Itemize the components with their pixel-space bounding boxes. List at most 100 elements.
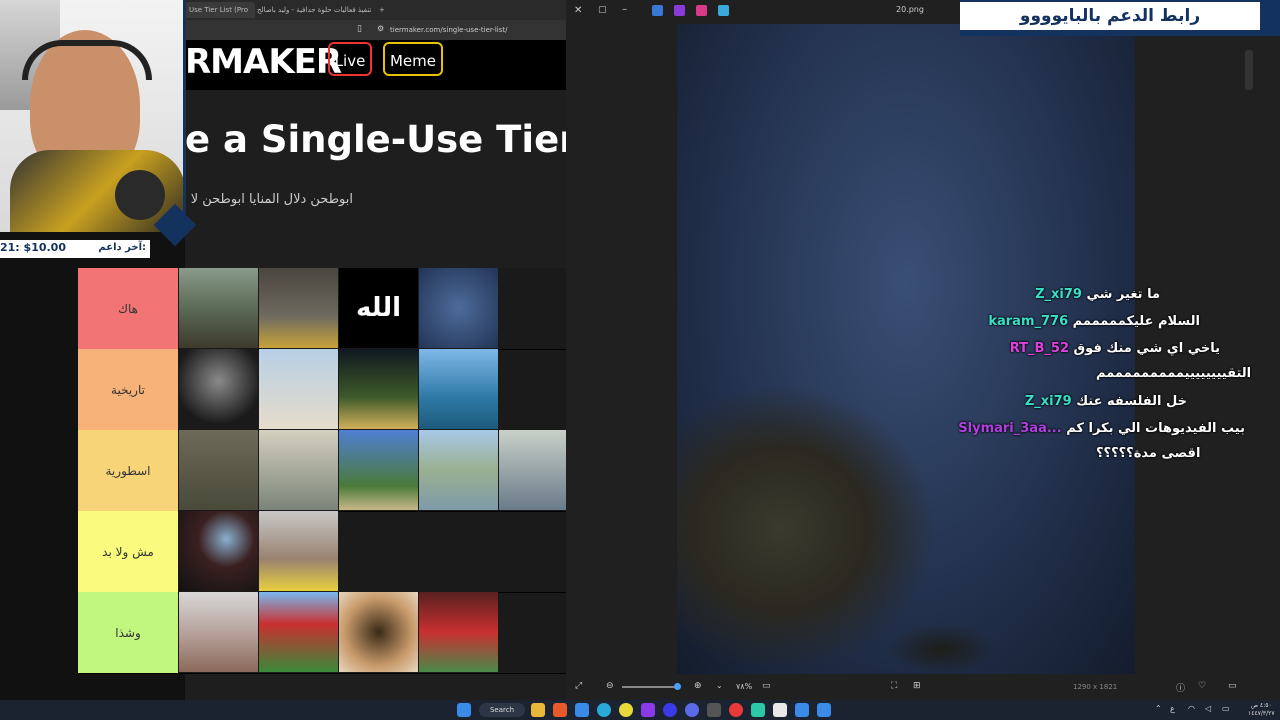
headphones-icon [22,40,152,80]
url-text[interactable]: tiermaker.com/single-use-tier-list/ [390,23,508,37]
tier-image-moon[interactable] [179,349,258,429]
tier-image-water[interactable] [259,430,338,510]
image-dimensions: 1290 x 1821 [1073,683,1118,691]
address-bar[interactable]: ▯ ⚙ tiermaker.com/single-use-tier-list/ [185,20,566,40]
tier-image-game[interactable] [419,592,498,672]
minimize-icon[interactable]: – [622,4,627,15]
tier-image-waterfall[interactable] [499,430,566,510]
file-name: 20.png [896,5,924,14]
tier-image-tunnel[interactable] [259,268,338,348]
tier-image-sea[interactable] [419,349,498,429]
tier-image-theater[interactable] [179,511,258,591]
battery-icon[interactable]: ▭ [1222,704,1230,713]
paint-icon[interactable] [817,703,831,717]
discord-icon[interactable] [685,703,699,717]
site-logo[interactable]: RMAKER [185,42,342,82]
record-icon[interactable] [729,703,743,717]
tier-image-calligraphy[interactable]: الله [339,268,418,348]
last-donor-bar: 21: $10.00 آخر داعم: [0,240,150,258]
tier-image-minecraft[interactable] [259,592,338,672]
fit-icon[interactable]: ⛶ [891,681,897,691]
tier-image-river[interactable] [419,430,498,510]
tier-image-lake[interactable] [179,268,258,348]
tier-image-palms-day[interactable] [339,430,418,510]
chat-message: RT_B_52 ياخي اي شي منك فوق [1004,341,1220,356]
tier-image-stars[interactable] [419,268,498,348]
app-icon[interactable] [663,703,677,717]
fullscreen-icon[interactable]: ⤢ [575,681,582,691]
tier-image-flower[interactable] [259,511,338,591]
tier-label[interactable]: اسطورية [78,430,178,511]
tab-bar: Use Tier List (Pro تنفيذ فعاليات حلوة جد… [185,0,566,20]
chat-username: RT_B_52 [1009,341,1070,356]
zoom-in-icon[interactable]: ⊕ [694,681,702,691]
bookmark-icon[interactable]: ▯ [357,24,362,34]
edit-icon[interactable] [674,5,685,16]
chat-text: بيب الفيديوهات الي بكرا كم [1066,421,1245,436]
tier-image-rocks[interactable] [179,430,258,510]
heart-icon[interactable]: ♡ [1198,681,1206,691]
zoom-level[interactable]: ٧٨% [736,682,752,691]
terminal-icon[interactable] [707,703,721,717]
donor-label: آخر داعم: [98,242,146,253]
tier-label[interactable]: هاك [78,268,178,349]
volume-icon[interactable]: ◁ [1205,704,1211,713]
chat-username: karam_776 [988,314,1069,329]
chat-message: Z_xi79 خل الفلسفه عنك [1019,394,1187,409]
obs-icon[interactable] [641,703,655,717]
effects-icon[interactable] [696,5,707,16]
bush-silhouette [887,624,997,674]
chevron-up-icon[interactable]: ⌃ [1155,704,1162,713]
tier-image-snow[interactable] [179,592,258,672]
maximize-icon[interactable]: ▢ [598,5,607,15]
wifi-icon[interactable]: ◠ [1188,704,1195,713]
brave-browser-icon[interactable] [553,703,567,717]
actual-size-icon[interactable]: ⊞ [913,681,921,691]
zoom-slider-handle[interactable] [674,683,681,690]
zoom-slider[interactable] [622,686,678,688]
meme-button[interactable]: Meme [383,42,443,76]
markup-icon[interactable] [718,5,729,16]
tab-tiermaker[interactable]: Use Tier List (Pro [185,2,255,18]
site-info-icon[interactable]: ⚙ [377,24,384,33]
viewer-side-tab[interactable] [1245,50,1253,90]
webcam-overlay [0,0,186,232]
slideshow-icon[interactable]: ▭ [762,681,771,691]
info-icon[interactable]: ⓘ [1176,681,1185,694]
tier-image-palms-night[interactable] [339,349,418,429]
zoom-out-icon[interactable]: ⊖ [606,681,614,691]
cloud-icon[interactable] [652,5,663,16]
chat-username: Z_xi79 [1024,394,1072,409]
tier-image-minarets[interactable] [259,349,338,429]
edge-icon[interactable] [597,703,611,717]
tier-label[interactable]: وشذا [78,592,178,673]
new-tab-icon[interactable]: + [375,2,393,18]
tiktok-icon[interactable] [773,703,787,717]
live-button[interactable]: Live [328,42,372,76]
chat-text: التقييييييييمممممممممم [1096,366,1252,381]
filmstrip-icon[interactable]: ▭ [1228,681,1237,691]
donor-amount: 21: $10.00 [0,241,66,254]
tier-image-coffee[interactable] [339,592,418,672]
tier-label[interactable]: مش ولا بد [78,511,178,592]
page-description: ابوطحن دلال المنايا ابوطحن لا [190,192,353,207]
tier-row: مش ولا بد [78,511,566,593]
chrome-icon[interactable] [619,703,633,717]
file-explorer-icon[interactable] [531,703,545,717]
page-title: e a Single-Use Tier L [185,118,566,161]
windows-start-icon[interactable] [457,703,471,717]
photos-icon[interactable] [795,703,809,717]
close-icon[interactable]: ✕ [574,5,582,16]
taskbar-clock[interactable]: ٤:٥٠ ص ١٤٤٧/٣/٢٧ [1248,702,1275,718]
tier-row: تاريخية [78,349,566,431]
chat-username: Z_xi79 [1035,287,1082,302]
language-icon[interactable]: ع [1170,704,1175,713]
viewer-bottom-bar: ⤢ ⊖ ⊕ ⌄ ٧٨% ▭ ⛶ ⊞ 1290 x 1821 ⓘ ♡ ▭ [566,675,1280,700]
whatsapp-icon[interactable] [751,703,765,717]
chevron-down-icon[interactable]: ⌄ [716,681,723,690]
tier-label[interactable]: تاريخية [78,349,178,430]
chat-text: ياخي اي شي منك فوق [1073,341,1220,356]
taskbar-search[interactable]: Search [479,703,525,717]
store-icon[interactable] [575,703,589,717]
tab-video[interactable]: تنفيذ فعاليات حلوة جدافية - وليد باصالح [253,2,381,18]
